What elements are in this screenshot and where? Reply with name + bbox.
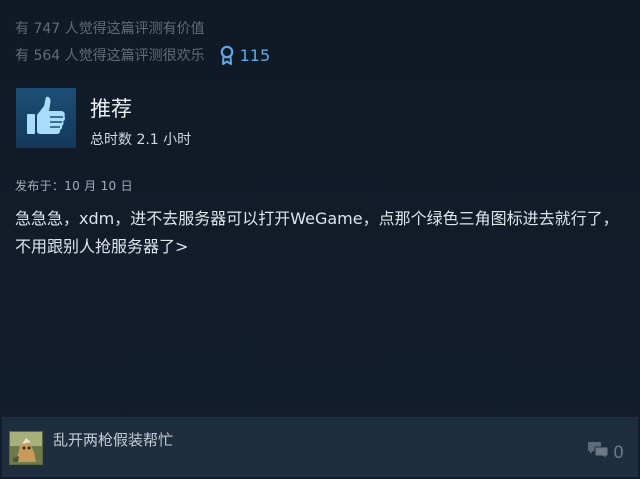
comment-count: 0 [613,443,624,463]
avatar[interactable] [9,431,43,465]
funny-count-text: 有 564 人觉得这篇评测很欢乐 [15,48,205,64]
review-body: 急急急，xdm，进不去服务器可以打开WeGame，点那个绿色三角图标进去就行了，… [15,209,619,256]
thumbs-up-icon [24,94,68,142]
funny-award-row: 有 564 人觉得这篇评测很欢乐 115 [15,44,270,66]
comment-bubbles-icon [587,441,609,465]
comments-link[interactable]: 0 [587,441,624,465]
recommendation-title[interactable]: 推荐 [90,96,132,122]
award-ribbon-icon [219,45,235,65]
posted-date: 发布于：10 月 10 日 [15,179,133,193]
hours-on-record: 总时数 2.1 小时 [90,132,192,148]
award-count: 115 [239,45,271,65]
helpful-count-text: 有 747 人觉得这篇评测有价值 [15,21,205,37]
recommendation-thumb-box [16,88,76,148]
author-name[interactable]: 乱开两枪假装帮忙 [53,430,173,450]
review-footer: 乱开两枪假装帮忙 0 [2,417,638,477]
award-badge[interactable]: 115 [219,45,271,65]
review-card: 有 747 人觉得这篇评测有价值 有 564 人觉得这篇评测很欢乐 115 推荐… [0,0,640,479]
